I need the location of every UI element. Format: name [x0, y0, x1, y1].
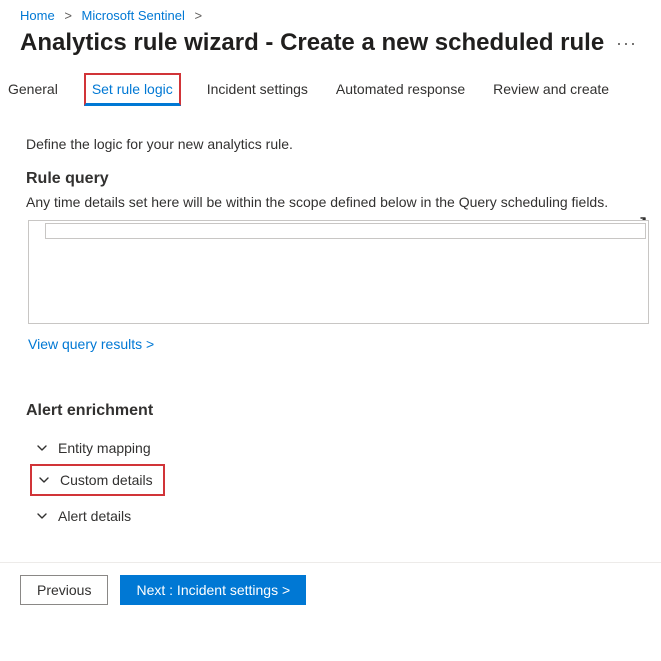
tab-review-create[interactable]: Review and create [491, 73, 611, 106]
more-actions-button[interactable]: ··· [612, 33, 641, 54]
expander-custom-details[interactable]: Custom details [30, 464, 165, 496]
expander-label: Alert details [58, 508, 131, 524]
wizard-tabs: General Set rule logic Incident settings… [0, 73, 661, 106]
chevron-down-icon [36, 510, 48, 522]
breadcrumb-sentinel[interactable]: Microsoft Sentinel [82, 8, 185, 23]
next-button[interactable]: Next : Incident settings > [120, 575, 306, 605]
query-editor[interactable] [28, 220, 649, 324]
breadcrumb: Home > Microsoft Sentinel > [0, 0, 661, 27]
rule-query-sub: Any time details set here will be within… [0, 194, 661, 220]
breadcrumb-home[interactable]: Home [20, 8, 55, 23]
expander-label: Entity mapping [58, 440, 151, 456]
chevron-down-icon [36, 442, 48, 454]
alert-enrichment-heading: Alert enrichment [0, 372, 661, 432]
expander-label: Custom details [60, 472, 153, 488]
query-input-line[interactable] [45, 223, 646, 239]
previous-button[interactable]: Previous [20, 575, 108, 605]
intro-text: Define the logic for your new analytics … [0, 136, 661, 170]
tab-general[interactable]: General [6, 73, 60, 106]
view-query-results-link[interactable]: View query results > [28, 336, 154, 352]
tab-incident-settings[interactable]: Incident settings [205, 73, 310, 106]
rule-query-heading: Rule query [0, 170, 661, 194]
breadcrumb-sep: > [194, 8, 202, 23]
expander-entity-mapping[interactable]: Entity mapping [30, 432, 157, 464]
wizard-footer: Previous Next : Incident settings > [0, 562, 661, 617]
tab-automated-response[interactable]: Automated response [334, 73, 467, 106]
chevron-down-icon [38, 474, 50, 486]
breadcrumb-sep: > [64, 8, 72, 23]
page-title: Analytics rule wizard - Create a new sch… [20, 29, 612, 57]
tab-set-rule-logic[interactable]: Set rule logic [84, 73, 181, 106]
expander-alert-details[interactable]: Alert details [30, 500, 137, 532]
